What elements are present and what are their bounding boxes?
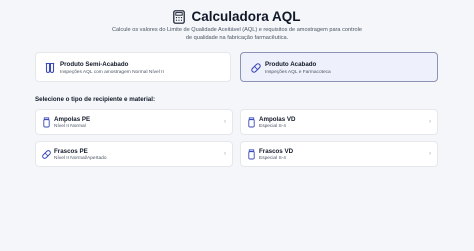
page-subtitle: Calcule os valores do Limite de Qualidad… [112,27,362,41]
product-card-desc: Inspeções AQL com amostragem Normal Níve… [60,70,164,75]
calculator-icon [173,9,186,24]
chevron-right-icon: › [224,119,226,125]
vial-icon [248,117,255,128]
chevron-right-icon: › [429,119,431,125]
container-card-desc: Especial S-4 [259,156,286,161]
container-card-ampolas-vd[interactable]: Ampolas VD Especial S-4 › [240,109,438,135]
container-card-frascos-vd[interactable]: Frascos VD Especial S-4 › [240,141,438,167]
page-title: Calculadora AQL [191,9,301,24]
vial-icon [43,117,50,128]
test-tubes-icon [45,63,55,73]
chevron-right-icon: › [429,151,431,157]
container-card-desc: Nível II Normal/Apertado [54,156,107,161]
container-card-title: Ampolas VD [259,116,296,123]
container-card-desc: Especial S-4 [259,124,286,129]
container-card-title: Frascos VD [259,148,294,155]
product-card-semi-finished[interactable]: Produto Semi-Acabado Inspeções AQL com a… [35,52,231,82]
container-card-desc: Nível II Normal [54,124,86,129]
pill-icon [42,150,51,159]
chevron-right-icon: › [224,151,226,157]
product-card-title: Produto Semi-Acabado [60,61,129,68]
product-card-finished[interactable]: Produto Acabado Inspeções AQL e Farmacot… [240,52,438,82]
container-card-frascos-pe[interactable]: Frascos PE Nível II Normal/Apertado › [35,141,233,167]
product-card-desc: Inspeções AQL e Farmacoteca [265,70,331,75]
container-card-title: Frascos PE [54,148,88,155]
product-card-title: Produto Acabado [265,61,317,68]
page-header: Calculadora AQL [0,9,474,24]
vial-icon [248,149,255,160]
section-label: Selecione o tipo de recipiente e materia… [35,96,156,103]
container-card-ampolas-pe[interactable]: Ampolas PE Nível II Normal › [35,109,233,135]
container-card-title: Ampolas PE [54,116,91,123]
pill-icon [251,63,261,73]
